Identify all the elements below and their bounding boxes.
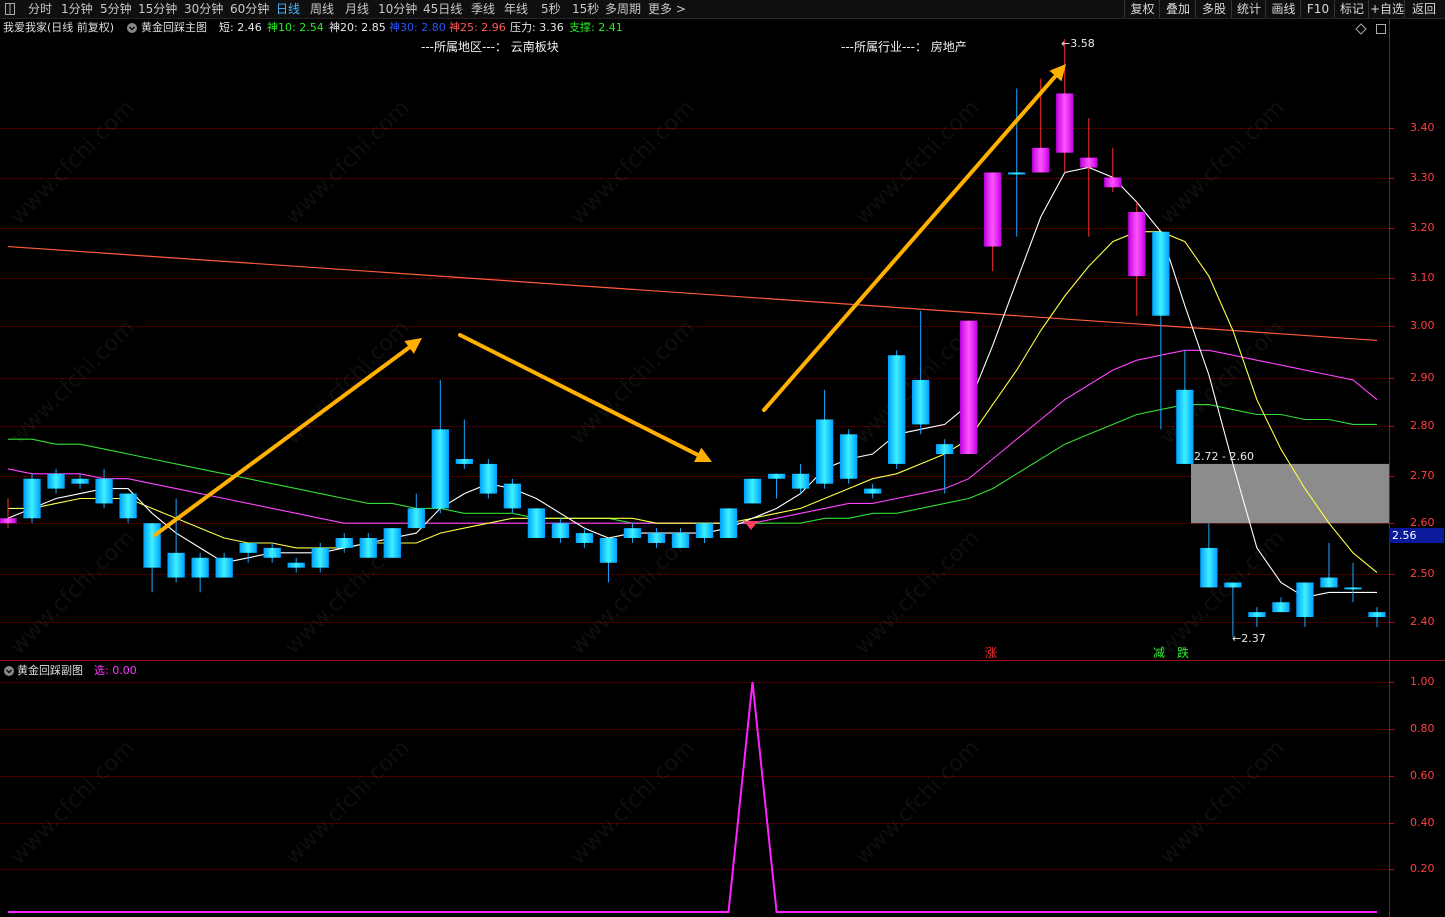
candle-body bbox=[455, 458, 473, 464]
candle-body bbox=[215, 557, 233, 578]
candle-body bbox=[984, 172, 1002, 247]
candle-body bbox=[647, 533, 666, 543]
candle-body bbox=[1032, 147, 1050, 173]
candle-body bbox=[263, 547, 281, 558]
candle-body bbox=[239, 542, 257, 553]
sub-axis-label: 0.60 bbox=[1410, 769, 1435, 782]
signal-line bbox=[8, 681, 1377, 913]
trend-arrow bbox=[458, 333, 700, 457]
ma-yellow-line bbox=[8, 231, 1378, 574]
arrow-left-icon: ← bbox=[1061, 37, 1071, 50]
candle-body bbox=[335, 538, 353, 548]
candle-body bbox=[599, 538, 618, 563]
pressure-line bbox=[7, 245, 1378, 342]
candle-body bbox=[191, 557, 209, 578]
candle-body bbox=[551, 523, 570, 539]
support-box bbox=[1191, 463, 1389, 524]
candle-body bbox=[767, 473, 786, 479]
sub-indicator-value: 选: 0.00 bbox=[94, 664, 137, 677]
candle-body bbox=[407, 508, 425, 529]
candle-body bbox=[0, 518, 17, 524]
axis-border bbox=[1389, 19, 1390, 917]
candle-body bbox=[1368, 612, 1386, 618]
price-axis-label: 3.30 bbox=[1410, 171, 1435, 184]
candle-body bbox=[479, 463, 497, 494]
candle-body bbox=[47, 473, 65, 489]
candle-body bbox=[119, 493, 137, 519]
box-range-label: 2.72 - 2.60 bbox=[1194, 450, 1254, 463]
candle-body bbox=[1224, 582, 1242, 588]
candle-body bbox=[23, 478, 41, 519]
candle-body bbox=[936, 444, 954, 455]
sub-axis-label: 1.00 bbox=[1410, 675, 1435, 688]
trend-arrow bbox=[762, 74, 1058, 412]
candle-body bbox=[1176, 389, 1194, 464]
signal-fall-label: 跌 bbox=[1177, 646, 1190, 660]
price-axis-label: 3.10 bbox=[1410, 271, 1435, 284]
candle-body bbox=[287, 562, 305, 568]
candle-body bbox=[359, 538, 377, 558]
ma-green-line bbox=[8, 404, 1377, 524]
candle-body bbox=[527, 508, 546, 539]
ma-short-line bbox=[7, 166, 1377, 598]
buy-signal-icon bbox=[744, 521, 758, 530]
candle-body bbox=[695, 523, 714, 539]
candle-body bbox=[503, 483, 522, 509]
price-axis-label: 2.90 bbox=[1410, 371, 1435, 384]
price-axis-label: 2.40 bbox=[1410, 615, 1435, 628]
low-price-label: ←2.37 bbox=[1232, 632, 1266, 645]
signal-reduce-label: 减 bbox=[1153, 646, 1166, 660]
signal-up-label: 涨 bbox=[985, 646, 998, 660]
candle-body bbox=[1296, 582, 1314, 618]
candle-body bbox=[167, 552, 185, 578]
candle-body bbox=[839, 434, 858, 479]
candle-body bbox=[791, 473, 810, 489]
sub-axis-label: 0.20 bbox=[1410, 862, 1435, 875]
chevron-down-icon[interactable] bbox=[3, 664, 15, 681]
current-price-badge: 2.56 bbox=[1389, 528, 1444, 543]
candle-body bbox=[863, 488, 882, 494]
price-axis-label: 3.40 bbox=[1410, 121, 1435, 134]
candle-body bbox=[95, 478, 113, 504]
candle-body bbox=[431, 429, 449, 509]
candle-body bbox=[1200, 547, 1218, 588]
candle-body bbox=[743, 478, 762, 504]
candle-body bbox=[1248, 612, 1266, 618]
candle-body bbox=[1320, 577, 1338, 588]
candle-body bbox=[1080, 157, 1098, 168]
candle-body bbox=[1008, 172, 1026, 175]
sub-indicator-name[interactable]: 黄金回踩副图 bbox=[17, 664, 83, 678]
candle-body bbox=[815, 419, 834, 484]
candle-body bbox=[1344, 587, 1362, 590]
candle-body bbox=[1056, 93, 1074, 153]
candle-body bbox=[1128, 211, 1146, 277]
candle-body bbox=[143, 523, 161, 568]
candle-body bbox=[960, 320, 978, 455]
candle-body bbox=[1152, 231, 1170, 316]
arrow-left-icon: ← bbox=[1232, 632, 1242, 645]
candle-body bbox=[623, 528, 642, 539]
high-price-label: ←3.58 bbox=[1061, 37, 1095, 50]
arrow-head-icon bbox=[404, 338, 422, 354]
price-axis-label: 3.20 bbox=[1410, 221, 1435, 234]
candle-body bbox=[383, 528, 401, 558]
sub-axis-label: 0.40 bbox=[1410, 816, 1435, 829]
price-axis-label: 2.50 bbox=[1410, 567, 1435, 580]
candle-body bbox=[671, 533, 690, 548]
sub-axis-label: 0.80 bbox=[1410, 722, 1435, 735]
candle-body bbox=[888, 355, 906, 464]
candle-body bbox=[912, 379, 930, 425]
price-axis-label: 2.70 bbox=[1410, 469, 1435, 482]
candle-body bbox=[1272, 602, 1290, 613]
trend-arrow bbox=[153, 345, 412, 537]
candle-body bbox=[71, 478, 89, 484]
candle-body bbox=[311, 547, 329, 568]
pane-divider bbox=[0, 660, 1445, 661]
price-axis-label: 3.00 bbox=[1410, 319, 1435, 332]
candle-body bbox=[1104, 177, 1122, 188]
price-axis-label: 2.80 bbox=[1410, 419, 1435, 432]
candle-body bbox=[719, 508, 738, 539]
candle-body bbox=[575, 533, 594, 543]
ma-magenta-line bbox=[7, 349, 1378, 524]
